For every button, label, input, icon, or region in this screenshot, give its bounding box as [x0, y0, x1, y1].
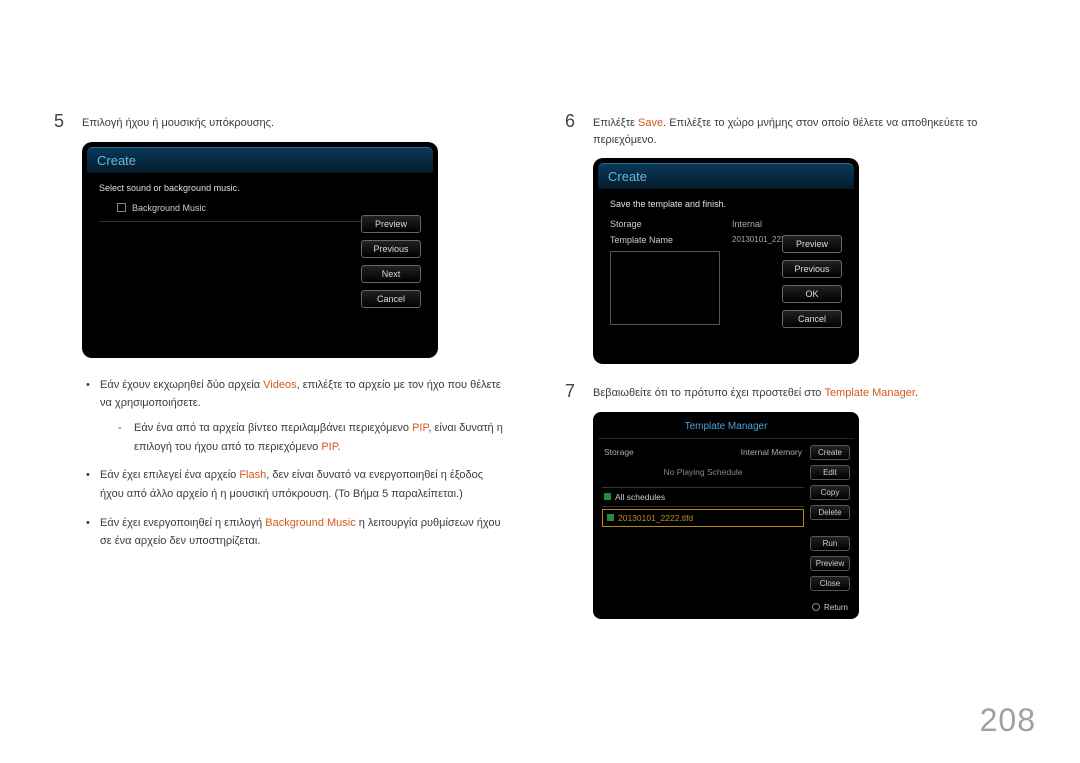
checkbox-label: Background Music [132, 203, 206, 213]
panel-title: Create [87, 147, 433, 173]
background-music-checkbox[interactable]: Background Music [117, 203, 421, 213]
pip-highlight: PIP [412, 422, 428, 434]
tm-storage-label: Storage [604, 447, 634, 457]
checkbox-icon [604, 493, 611, 500]
step-number: 7 [565, 382, 579, 400]
storage-row: Storage Internal [610, 219, 842, 229]
storage-label: Storage [610, 219, 702, 229]
tm-create-button[interactable]: Create [810, 445, 850, 460]
notes-list: Εάν έχουν εκχωρηθεί δύο αρχεία Videos, ε… [82, 376, 509, 552]
list-item: Εάν έχει επιλεγεί ένα αρχείο Flash, δεν … [82, 466, 509, 503]
list-sub-item: Εάν ένα από τα αρχεία βίντεο περιλαμβάνε… [100, 419, 509, 456]
tm-file-name: 20130101_2222.tlfd [618, 513, 693, 523]
tm-run-button[interactable]: Run [810, 536, 850, 551]
step-text: Βεβαιωθείτε ότι το πρότυπο έχει προστεθε… [593, 382, 918, 402]
panel-subtitle: Select sound or background music. [99, 183, 421, 193]
create-panel-sound: Create Select sound or background music.… [82, 142, 438, 358]
step-text: Επιλογή ήχου ή μουσικής υπόκρουσης. [82, 112, 274, 132]
videos-highlight: Videos [263, 379, 296, 391]
tm-title: Template Manager [598, 417, 854, 439]
preview-button[interactable]: Preview [782, 235, 842, 253]
flash-highlight: Flash [239, 469, 266, 481]
template-manager-highlight: Template Manager [824, 387, 915, 399]
bgm-highlight: Background Music [265, 517, 356, 529]
previous-button[interactable]: Previous [361, 240, 421, 258]
tm-storage-value: Internal Memory [741, 447, 802, 457]
next-button[interactable]: Next [361, 265, 421, 283]
create-panel-save: Create Save the template and finish. Sto… [593, 158, 859, 364]
storage-value: Internal [732, 219, 762, 229]
panel-subtitle: Save the template and finish. [610, 199, 842, 209]
tm-all-schedules[interactable]: All schedules [602, 487, 804, 507]
step-number: 5 [54, 112, 68, 130]
template-name-label: Template Name [610, 235, 702, 245]
save-highlight: Save [638, 117, 663, 129]
step-7: 7 Βεβαιωθείτε ότι το πρότυπο έχει προστε… [565, 382, 1020, 402]
tm-preview-button[interactable]: Preview [810, 556, 850, 571]
step-5: 5 Επιλογή ήχου ή μουσικής υπόκρουσης. [54, 112, 509, 132]
left-column: 5 Επιλογή ήχου ή μουσικής υπόκρουσης. Cr… [54, 112, 509, 619]
cancel-button[interactable]: Cancel [361, 290, 421, 308]
tm-copy-button[interactable]: Copy [810, 485, 850, 500]
checkbox-icon [117, 203, 126, 212]
step-number: 6 [565, 112, 579, 130]
page-number: 208 [980, 702, 1036, 739]
tm-edit-button[interactable]: Edit [810, 465, 850, 480]
step-text: Επιλέξτε Save. Επιλέξτε το χώρο μνήμης σ… [593, 112, 1020, 148]
tm-file-row[interactable]: 20130101_2222.tlfd [602, 509, 804, 527]
cancel-button[interactable]: Cancel [782, 310, 842, 328]
tm-close-button[interactable]: Close [810, 576, 850, 591]
tm-no-playing: No Playing Schedule [602, 459, 804, 487]
preview-button[interactable]: Preview [361, 215, 421, 233]
step-6: 6 Επιλέξτε Save. Επιλέξτε το χώρο μνήμης… [565, 112, 1020, 148]
tm-return[interactable]: Return [598, 599, 854, 614]
right-column: 6 Επιλέξτε Save. Επιλέξτε το χώρο μνήμης… [565, 112, 1020, 619]
tm-storage-row: Storage Internal Memory [602, 445, 804, 459]
tm-delete-button[interactable]: Delete [810, 505, 850, 520]
list-item: Εάν έχει ενεργοποιηθεί η επιλογή Backgro… [82, 514, 509, 551]
previous-button[interactable]: Previous [782, 260, 842, 278]
ok-button[interactable]: OK [782, 285, 842, 303]
list-item: Εάν έχουν εκχωρηθεί δύο αρχεία Videos, ε… [82, 376, 509, 457]
pip-highlight: PIP [321, 441, 337, 453]
panel-title: Create [598, 163, 854, 189]
return-icon [812, 603, 820, 611]
preview-thumbnail [610, 251, 720, 325]
file-icon [607, 514, 614, 521]
template-manager-panel: Template Manager Storage Internal Memory… [593, 412, 859, 619]
